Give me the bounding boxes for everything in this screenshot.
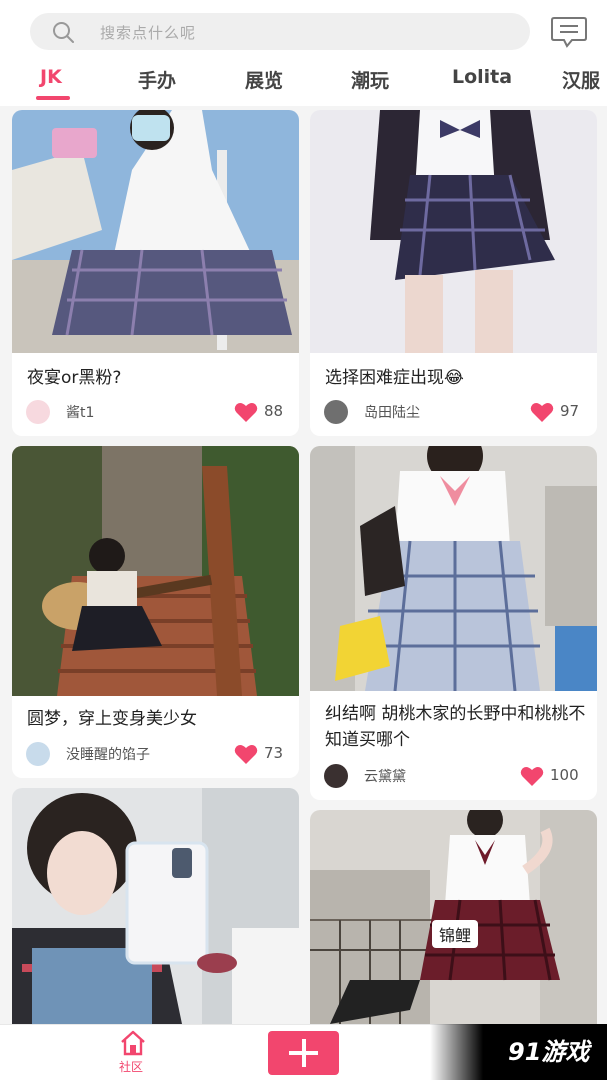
post-photo [12, 110, 299, 353]
tab-exhibition[interactable]: 展览 [245, 66, 283, 93]
post-card[interactable]: 夜宴or黑粉? 酱t1 88 [12, 110, 299, 436]
post-title: 圆梦，穿上变身美少女 [27, 709, 197, 729]
post-card[interactable]: 纠结啊 胡桃木家的长野中和桃桃不知道买哪个 云黛黛 100 [310, 446, 597, 800]
author-name: 酱t1 [66, 405, 95, 421]
tag-badge: 锦鲤 [432, 920, 479, 948]
search-placeholder: 搜索点什么呢 [100, 24, 197, 42]
heart-icon[interactable] [530, 401, 554, 423]
tab-figures[interactable]: 手办 [138, 66, 176, 93]
post-meta: 酱t1 88 [26, 400, 288, 424]
avatar [26, 742, 50, 766]
author-name: 没睡醒的馅子 [66, 747, 150, 763]
author-name: 岛田陆尘 [364, 405, 420, 421]
like-count: 97 [560, 402, 580, 420]
avatar [324, 400, 348, 424]
post-photo [12, 788, 299, 1024]
search-bar[interactable]: 搜索点什么呢 [30, 13, 530, 50]
post-card[interactable] [12, 788, 299, 1024]
post-photo [310, 110, 597, 353]
home-icon[interactable] [119, 1030, 147, 1056]
tab-lolita[interactable]: Lolita [452, 66, 512, 88]
message-icon[interactable] [550, 15, 588, 49]
author-name: 云黛黛 [364, 769, 406, 785]
heart-icon[interactable] [234, 401, 258, 423]
post-card[interactable]: 锦鲤 [310, 810, 597, 1024]
post-meta: 岛田陆尘 97 [324, 400, 586, 424]
category-tabs: JK 手办 展览 潮玩 Lolita 汉服 [0, 62, 607, 102]
nav-community-label[interactable]: 社区 [119, 1058, 143, 1075]
top-header: 搜索点什么呢 JK 手办 展览 潮玩 Lolita 汉服 [0, 0, 607, 106]
search-icon [53, 22, 74, 43]
avatar [26, 400, 50, 424]
like-count: 100 [550, 766, 579, 784]
heart-icon[interactable] [234, 743, 258, 765]
post-card[interactable]: 圆梦，穿上变身美少女 没睡醒的馅子 73 [12, 446, 299, 778]
tab-trendy-toys[interactable]: 潮玩 [351, 66, 389, 93]
post-meta: 云黛黛 100 [324, 764, 586, 788]
tab-jk[interactable]: JK [40, 66, 62, 88]
post-title: 纠结啊 胡桃木家的长野中和桃桃不知道买哪个 [325, 704, 586, 750]
post-photo [310, 446, 597, 691]
tab-hanfu[interactable]: 汉服 [562, 66, 600, 93]
post-photo [12, 446, 299, 696]
post-photo [310, 810, 597, 1024]
like-count: 73 [264, 744, 284, 762]
active-tab-indicator [36, 96, 70, 100]
create-post-button[interactable] [268, 1031, 339, 1075]
avatar [324, 764, 348, 788]
heart-icon[interactable] [520, 765, 544, 787]
like-count: 88 [264, 402, 284, 420]
post-meta: 没睡醒的馅子 73 [26, 742, 288, 766]
post-title: 夜宴or黑粉? [27, 368, 122, 388]
post-title: 选择困难症出现😂 [325, 368, 464, 388]
post-card[interactable]: 选择困难症出现😂 岛田陆尘 97 [310, 110, 597, 436]
watermark-text: 91游戏 [508, 1038, 590, 1066]
